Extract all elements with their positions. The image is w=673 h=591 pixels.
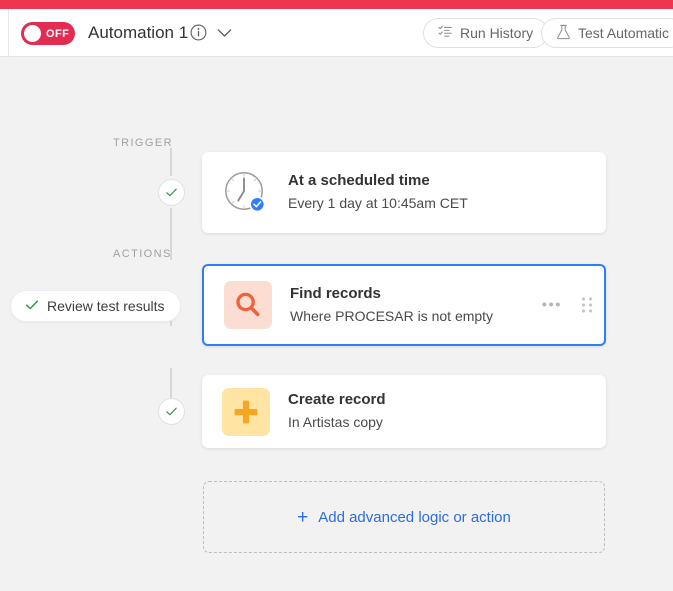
magnifier-icon [224, 281, 272, 329]
page-title: Automation 1 [88, 23, 189, 42]
connector-line [170, 148, 172, 176]
ellipsis-icon[interactable]: ••• [542, 298, 562, 313]
create-record-icon-container [220, 386, 272, 438]
step-status-node-trigger [158, 179, 185, 206]
flask-icon [556, 24, 571, 43]
step-subtitle: In Artistas copy [288, 414, 383, 430]
test-automation-label: Test Automatic [578, 25, 670, 41]
step-status-node-create-record [158, 398, 185, 425]
automation-enable-toggle[interactable]: OFF [21, 22, 75, 45]
step-card-text: Create record In Artistas copy [288, 390, 386, 433]
section-label-actions: ACTIONS [113, 248, 172, 260]
review-test-results-label: Review test results [47, 298, 165, 314]
run-history-label: Run History [460, 25, 534, 41]
clock-icon [220, 167, 272, 219]
check-icon [25, 298, 39, 315]
run-history-icon [438, 24, 453, 42]
automation-editor: OFF Automation 1 Run History Test Automa… [0, 0, 673, 591]
section-label-trigger: TRIGGER [113, 137, 173, 149]
toggle-knob [24, 25, 41, 42]
add-action-label: Add advanced logic or action [318, 508, 511, 526]
test-automation-button[interactable]: Test Automatic [541, 18, 673, 48]
review-test-results-badge[interactable]: Review test results [10, 290, 182, 322]
plus-icon [222, 387, 270, 436]
find-records-icon-container [222, 279, 274, 331]
step-title: Find records [290, 284, 381, 302]
step-card-create-record[interactable]: Create record In Artistas copy [202, 375, 606, 448]
check-icon [166, 407, 177, 416]
header-left-divider [8, 9, 9, 57]
top-accent-bar [0, 0, 673, 9]
step-card-text: Find records Where PROCESAR is not empty [290, 284, 493, 327]
toggle-state-label: OFF [46, 27, 70, 40]
check-icon [166, 188, 177, 197]
plus-icon: + [297, 506, 309, 528]
drag-handle-icon[interactable] [582, 297, 592, 313]
step-card-actions: ••• [542, 297, 592, 313]
info-circle-icon[interactable] [190, 24, 207, 41]
step-subtitle: Where PROCESAR is not empty [290, 307, 494, 324]
chevron-down-icon[interactable] [216, 27, 232, 39]
automation-flow-canvas: TRIGGER ACTIONS Review test results At a… [0, 58, 673, 591]
step-title: At a scheduled time [288, 172, 430, 189]
run-history-button[interactable]: Run History [423, 18, 549, 48]
add-advanced-logic-or-action-button[interactable]: + Add advanced logic or action [203, 481, 605, 553]
step-card-trigger[interactable]: At a scheduled time Every 1 day at 10:45… [202, 152, 606, 233]
step-title: Create record [288, 391, 386, 408]
step-card-find-records[interactable]: Find records Where PROCESAR is not empty… [202, 264, 606, 346]
step-subtitle: Every 1 day at 10:45am CET [288, 195, 468, 211]
step-card-text: At a scheduled time Every 1 day at 10:45… [288, 171, 468, 214]
